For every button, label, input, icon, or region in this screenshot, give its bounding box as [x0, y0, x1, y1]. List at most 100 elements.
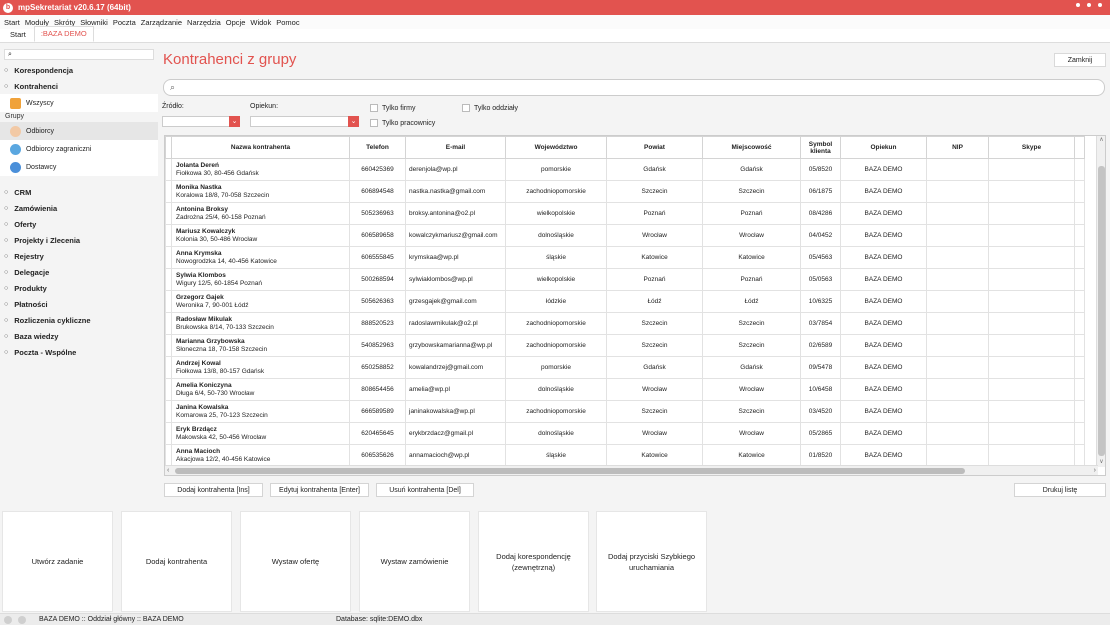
search-input[interactable]: ⌕ — [163, 79, 1105, 96]
minimize-dot-icon[interactable] — [1076, 3, 1080, 7]
sidebar-section-produkty[interactable]: ○ Produkty — [0, 280, 158, 296]
email-cell: janinakowalska@wp.pl — [405, 400, 506, 423]
column-header[interactable]: Symbol klienta — [800, 136, 841, 159]
menu-start[interactable]: Start — [4, 18, 20, 27]
sidebar-search-input[interactable]: ⌕ — [4, 49, 154, 60]
contractor-name: Andrzej Kowal — [176, 359, 221, 367]
scroll-right-icon[interactable]: › — [1094, 466, 1096, 475]
person-icon — [10, 125, 21, 137]
menu-tools[interactable]: Narzędzia — [187, 18, 221, 27]
phone-cell: 666589589 — [349, 400, 406, 423]
tile-create-task[interactable]: Utwórz zadanie — [2, 511, 113, 612]
column-header[interactable]: Opiekun — [840, 136, 927, 159]
sidebar-section-baza-wiedzy[interactable]: ○ Baza wiedzy — [0, 328, 158, 344]
edit-contractor-button[interactable]: Edytuj kontrahenta [Enter] — [270, 483, 369, 497]
column-header[interactable]: Skype — [988, 136, 1075, 159]
owner-cell: BAZA DEMO — [840, 312, 927, 335]
tile-create-offer[interactable]: Wystaw ofertę — [240, 511, 351, 612]
sidebar-group-odbiorcy-zagraniczni[interactable]: Odbiorcy zagraniczni — [0, 140, 158, 158]
chevron-icon: ○ — [4, 220, 9, 228]
table-row[interactable]: Jolanta Dereń Fiołkowa 30, 80-456 Gdańsk 6… — [165, 158, 1085, 181]
table-row[interactable]: Mariusz Kowalczyk Kolonia 30, 50-486 Wroc… — [165, 224, 1085, 247]
symbol-cell: 02/6589 — [800, 334, 841, 357]
menu-view[interactable]: Widok — [250, 18, 271, 27]
contractor-address: Brukowska 8/14, 70-133 Szczecin — [176, 323, 274, 331]
column-header[interactable]: Nazwa kontrahenta — [171, 136, 350, 159]
table-row[interactable]: Amelia Koniczyna Długa 6/4, 50-730 Wrocła… — [165, 378, 1085, 401]
sidebar-section-kontrahenci[interactable]: ○ Kontrahenci — [0, 78, 158, 94]
scroll-up-icon[interactable]: ∧ — [1097, 136, 1105, 145]
tile-create-order[interactable]: Wystaw zamówienie — [359, 511, 470, 612]
sidebar-section-zamowienia[interactable]: ○ Zamówienia — [0, 200, 158, 216]
sidebar-section-rejestry[interactable]: ○ Rejestry — [0, 248, 158, 264]
sidebar-section-platnosci[interactable]: ○ Płatności — [0, 296, 158, 312]
table-row[interactable]: Radosław Mikulak Brukowska 8/14, 70-133 S… — [165, 312, 1085, 335]
tab-baza-demo[interactable]: :BAZA DEMO — [33, 26, 94, 42]
table-row[interactable]: Sylwia Klombos Wigury 12/5, 60-1854 Pozna… — [165, 268, 1085, 291]
email-cell: amelia@wp.pl — [405, 378, 506, 401]
only-branches-checkbox[interactable]: Tylko oddziały — [462, 104, 518, 112]
extra-cell — [1074, 422, 1085, 445]
table-row[interactable]: Anna Krymska Nowogrodzka 14, 40-456 Katow… — [165, 246, 1085, 269]
table-row[interactable]: Andrzej Kowal Fiołkowa 13/8, 80-157 Gdańs… — [165, 356, 1085, 379]
vertical-scrollbar[interactable]: ∧ ∨ — [1096, 136, 1105, 467]
table-row[interactable]: Grzegorz Gajek Weronika 7, 90-001 Łódź 505… — [165, 290, 1085, 313]
nip-cell — [926, 312, 989, 335]
sidebar-section-rozliczenia[interactable]: ○ Rozliczenia cykliczne — [0, 312, 158, 328]
window-controls[interactable] — [1076, 3, 1102, 7]
column-header[interactable]: Miejscowość — [702, 136, 801, 159]
column-header[interactable]: Telefon — [349, 136, 406, 159]
symbol-cell: 05/0563 — [800, 268, 841, 291]
menu-mail[interactable]: Poczta — [113, 18, 136, 27]
table-row[interactable]: Monika Nastka Koralowa 18/8, 70-058 Szcze… — [165, 180, 1085, 203]
horizontal-scrollbar[interactable]: ‹ › — [165, 465, 1098, 475]
tile-add-contractor[interactable]: Dodaj kontrahenta — [121, 511, 232, 612]
owner-cell: BAZA DEMO — [840, 444, 927, 467]
sidebar-item-all[interactable]: Wszyscy — [0, 94, 158, 112]
table-row[interactable]: Marianna Grzybowska Słoneczna 18, 70-158 … — [165, 334, 1085, 357]
nip-cell — [926, 158, 989, 181]
close-dot-icon[interactable] — [1098, 3, 1102, 7]
sidebar-group-odbiorcy[interactable]: Odbiorcy — [0, 122, 158, 140]
column-header[interactable]: E-mail — [405, 136, 506, 159]
sidebar-section-oferty[interactable]: ○ Oferty — [0, 216, 158, 232]
menu-help[interactable]: Pomoc — [276, 18, 299, 27]
add-contractor-button[interactable]: Dodaj kontrahenta [Ins] — [164, 483, 263, 497]
sidebar-section-projekty[interactable]: ○ Projekty i Zlecenia — [0, 232, 158, 248]
column-header[interactable]: NIP — [926, 136, 989, 159]
sidebar-section-poczta-wspolne[interactable]: ○ Poczta - Wspólne — [0, 344, 158, 360]
sidebar-group-dostawcy[interactable]: Dostawcy — [0, 158, 158, 176]
scroll-thumb[interactable] — [1098, 166, 1105, 456]
only-employees-checkbox[interactable]: Tylko pracownicy — [370, 119, 435, 127]
sidebar-section-korespondencja[interactable]: ○ Korespondencja — [0, 62, 158, 78]
county-cell: Katowice — [606, 246, 703, 269]
menu-management[interactable]: Zarządzanie — [141, 18, 182, 27]
table-row[interactable]: Eryk Brzdącz Makowska 42, 50-456 Wrocław 6… — [165, 422, 1085, 445]
print-list-button[interactable]: Drukuj listę — [1014, 483, 1106, 497]
tab-start[interactable]: Start — [4, 28, 32, 42]
sidebar-section-crm[interactable]: ○ CRM — [0, 184, 158, 200]
table-row[interactable]: Janina Kowalska Komarowa 25, 70-123 Szcze… — [165, 400, 1085, 423]
owner-cell: BAZA DEMO — [840, 334, 927, 357]
extra-cell — [1074, 202, 1085, 225]
guardian-select[interactable]: ⌄ — [250, 116, 359, 127]
tile-add-correspondence[interactable]: Dodaj korespondencję (zewnętrzną) — [478, 511, 589, 612]
maximize-dot-icon[interactable] — [1087, 3, 1091, 7]
scroll-down-icon[interactable]: ∨ — [1097, 458, 1105, 467]
scroll-thumb[interactable] — [175, 468, 965, 474]
section-label: Płatności — [14, 299, 48, 309]
column-header[interactable]: Województwo — [505, 136, 607, 159]
menu-options[interactable]: Opcje — [226, 18, 246, 27]
scroll-left-icon[interactable]: ‹ — [167, 466, 169, 475]
table-row[interactable]: Antonina Broksy Zadrożna 25/4, 60-158 Poz… — [165, 202, 1085, 225]
close-button[interactable]: Zamknij — [1054, 53, 1106, 67]
tile-add-shortcuts[interactable]: Dodaj przyciski Szybkiego uruchamiania — [596, 511, 707, 612]
column-header[interactable]: Powiat — [606, 136, 703, 159]
sidebar-section-delegacje[interactable]: ○ Delegacje — [0, 264, 158, 280]
delete-contractor-button[interactable]: Usuń kontrahenta [Del] — [376, 483, 474, 497]
contractor-name-cell: Andrzej Kowal Fiołkowa 13/8, 80-157 Gdańs… — [171, 356, 350, 379]
source-select[interactable]: ⌄ — [162, 116, 240, 127]
only-firms-checkbox[interactable]: Tylko firmy — [370, 104, 415, 112]
table-row[interactable]: Anna Macioch Akacjowa 12/2, 40-456 Katowi… — [165, 444, 1085, 467]
phone-cell: 650258852 — [349, 356, 406, 379]
